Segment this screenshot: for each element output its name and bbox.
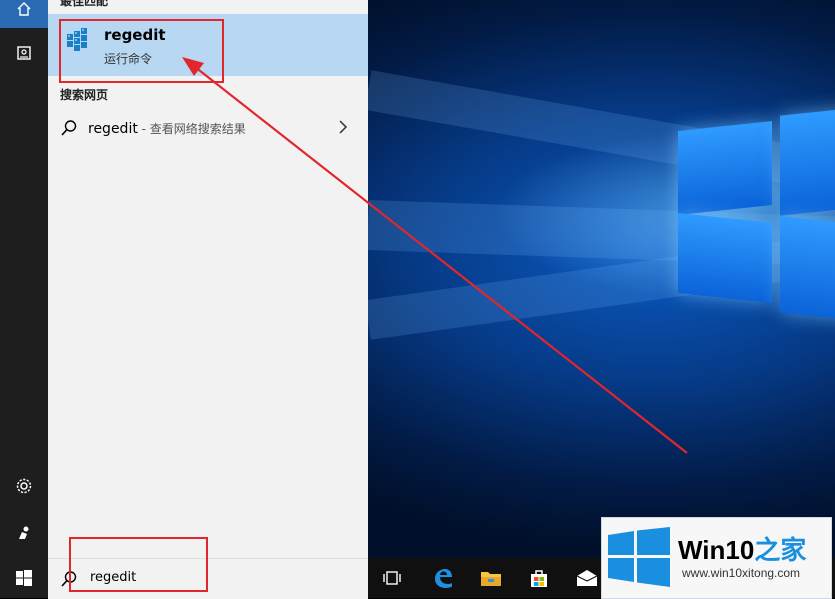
store-icon xyxy=(531,570,547,587)
annotation-box-search-input xyxy=(69,537,208,592)
watermark-brand-suffix: 之家 xyxy=(754,535,807,565)
edge-icon xyxy=(435,569,452,588)
web-search-text: regedit - 查看网络搜索结果 xyxy=(88,120,246,137)
windows-logo-icon xyxy=(608,527,670,587)
best-match-header: 最佳匹配 xyxy=(60,0,109,8)
home-icon xyxy=(17,2,31,16)
chevron-right-icon[interactable] xyxy=(338,120,348,134)
edge-button[interactable] xyxy=(419,558,467,598)
user-icon xyxy=(19,526,29,539)
watermark-brand: Win10之家 xyxy=(678,530,806,567)
web-search-result[interactable]: regedit - 查看网络搜索结果 xyxy=(48,110,368,146)
web-search-suffix: - 查看网络搜索结果 xyxy=(137,122,246,136)
start-rail xyxy=(0,0,48,558)
windows-start-icon xyxy=(16,570,32,586)
annotation-box-best-match xyxy=(59,19,224,83)
file-explorer-button[interactable] xyxy=(467,558,515,598)
gear-icon xyxy=(16,478,32,494)
document-icon xyxy=(17,46,31,60)
windows-logo-pane xyxy=(678,121,772,215)
task-view-button[interactable] xyxy=(368,558,416,598)
file-explorer-icon xyxy=(481,572,501,586)
web-search-header: 搜索网页 xyxy=(60,88,109,102)
settings-button[interactable] xyxy=(0,467,48,505)
windows-logo-pane xyxy=(780,108,835,216)
home-button[interactable] xyxy=(0,0,48,28)
mail-icon xyxy=(576,570,598,586)
watermark-brand-prefix: Win10 xyxy=(678,535,755,565)
search-icon xyxy=(61,120,77,136)
watermark-url: www.win10xitong.com xyxy=(682,566,801,580)
task-view-icon xyxy=(383,571,401,585)
start-button[interactable] xyxy=(0,558,48,598)
watermark: Win10之家 www.win10xitong.com xyxy=(601,517,832,599)
user-button[interactable] xyxy=(0,514,48,552)
store-button[interactable] xyxy=(515,558,563,598)
windows-logo-pane xyxy=(780,216,835,320)
web-search-query: regedit xyxy=(88,121,138,137)
windows-logo-pane xyxy=(678,213,772,303)
documents-button[interactable] xyxy=(0,34,48,72)
search-results-panel: 最佳匹配 regedit 运行命令 搜索网页 regedit - 查看网络搜索结… xyxy=(48,0,368,558)
